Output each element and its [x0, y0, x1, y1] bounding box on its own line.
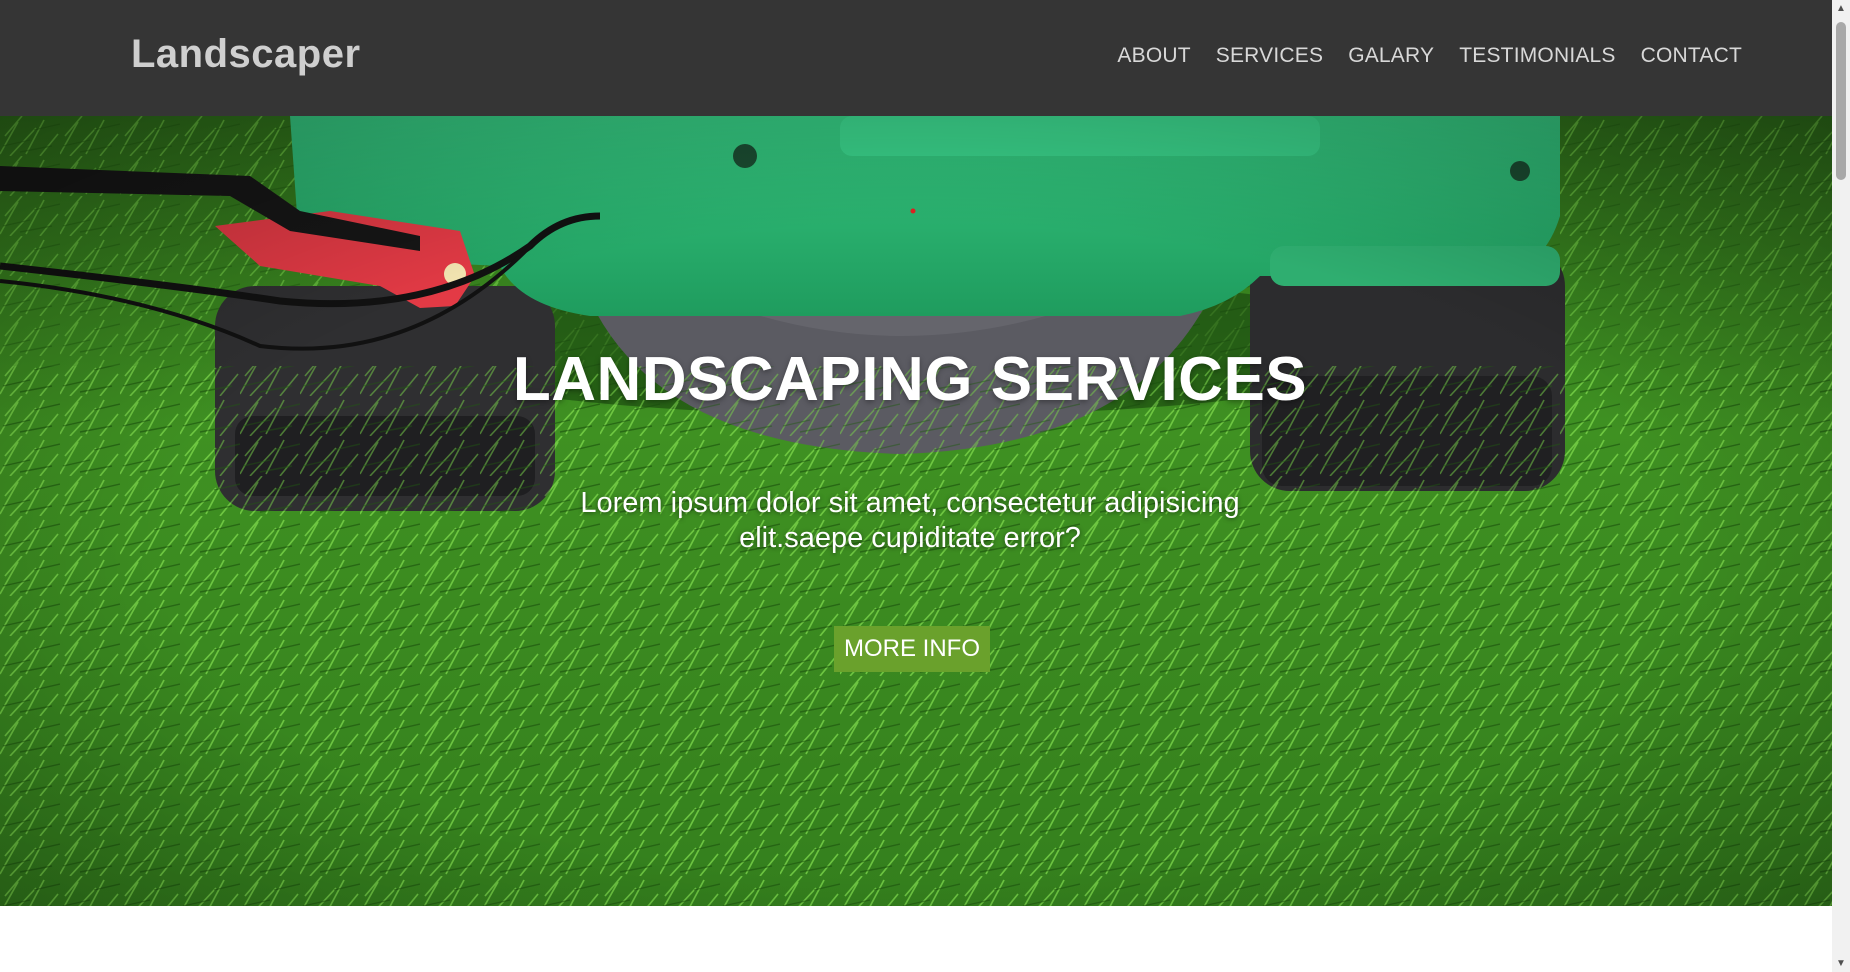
scroll-down-arrow-icon[interactable]: ▼ [1832, 955, 1850, 972]
scrollbar-thumb[interactable] [1836, 22, 1846, 180]
nav-link-testimonials[interactable]: TESTIMONIALS [1459, 44, 1615, 68]
nav-link-services[interactable]: SERVICES [1216, 44, 1323, 68]
nav-menu: ABOUT SERVICES GALARY TESTIMONIALS CONTA… [1117, 44, 1742, 68]
more-info-button[interactable]: MORE INFO [834, 626, 990, 672]
hero-section: LANDSCAPING SERVICES Lorem ipsum dolor s… [0, 116, 1832, 906]
nav-link-contact[interactable]: CONTACT [1641, 44, 1742, 68]
page-scrollbar[interactable]: ▲ ▼ [1832, 0, 1850, 972]
hero-description: Lorem ipsum dolor sit amet, consectetur … [580, 487, 1240, 554]
site-logo[interactable]: Landscaper [131, 32, 361, 77]
navbar: Landscaper ABOUT SERVICES GALARY TESTIMO… [0, 0, 1832, 116]
scroll-up-arrow-icon[interactable]: ▲ [1832, 0, 1850, 17]
nav-link-about[interactable]: ABOUT [1117, 44, 1190, 68]
hero-title: LANDSCAPING SERVICES [512, 345, 1308, 414]
nav-link-galary[interactable]: GALARY [1348, 44, 1434, 68]
